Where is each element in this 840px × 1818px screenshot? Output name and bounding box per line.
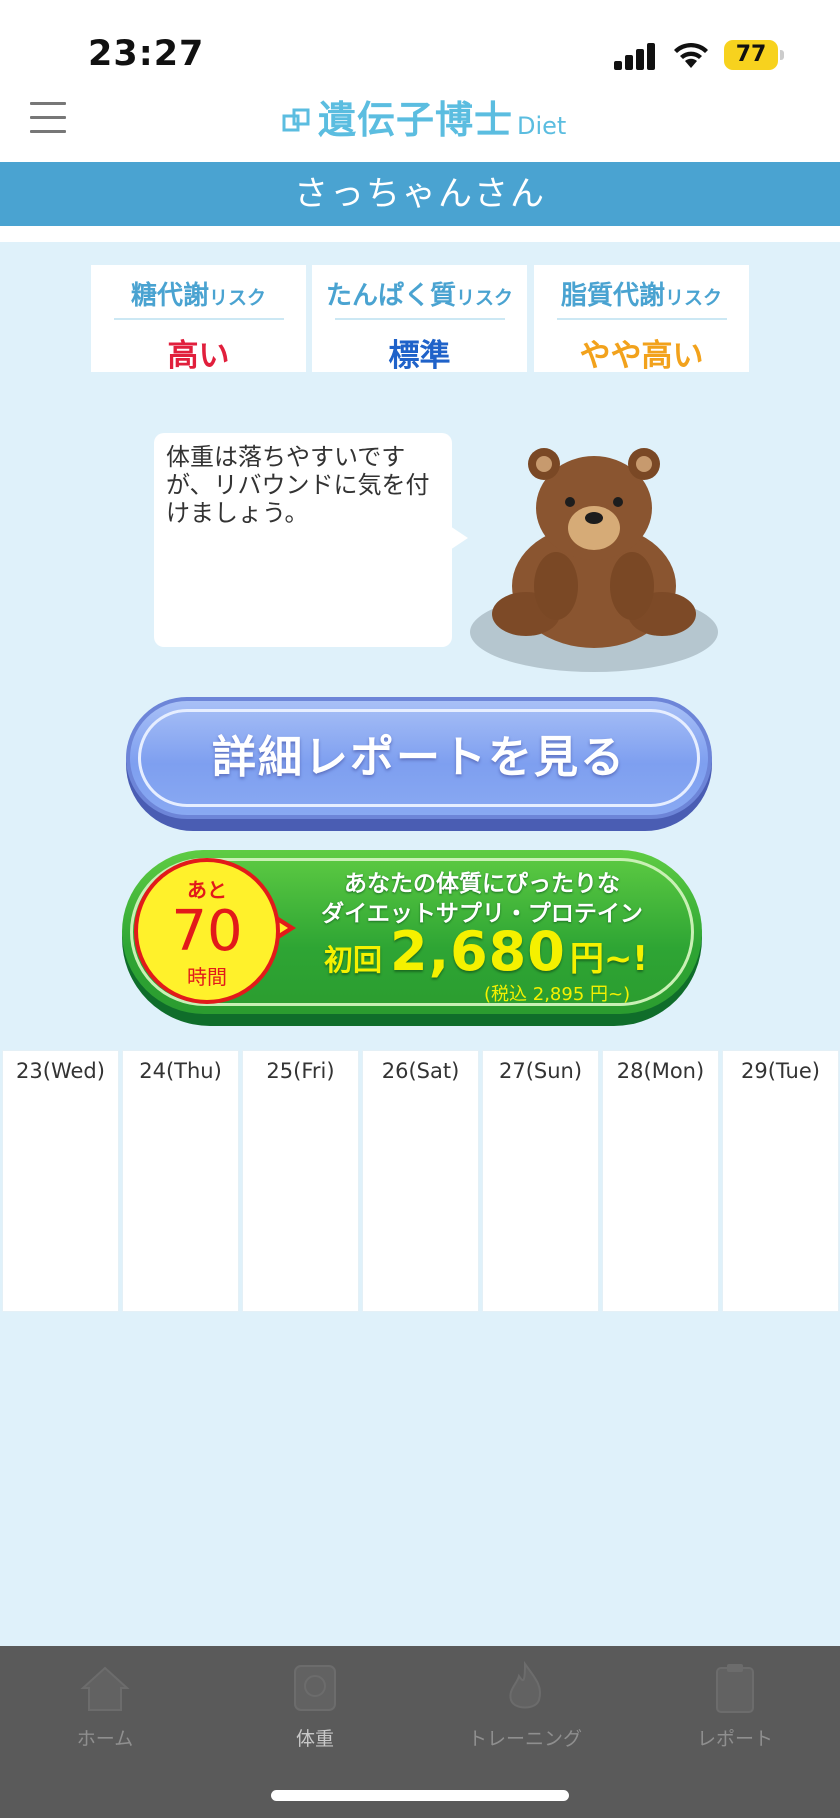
wifi-icon <box>674 42 708 68</box>
promo-first-label: 初回 <box>324 943 383 977</box>
calendar-day-label: 28(Mon) <box>616 1059 705 1083</box>
scale-icon <box>294 1665 336 1711</box>
clipboard-icon <box>716 1664 754 1713</box>
promo-price-suffix: 円~! <box>569 939 648 979</box>
home-icon <box>80 1666 130 1711</box>
calendar-day-column[interactable]: 23(Wed) <box>2 1050 119 1312</box>
countdown-value: 70 <box>171 899 243 964</box>
promo-price: 2,680 <box>390 920 566 983</box>
logo-main-text: 遺伝子博士 <box>318 98 514 142</box>
calendar-day-column[interactable]: 25(Fri) <box>242 1050 359 1312</box>
risk-value: 標準 <box>388 338 451 374</box>
divider <box>556 318 727 320</box>
risk-card-lipid: 脂質代謝リスク やや高い <box>534 265 749 374</box>
calendar-day-label: 27(Sun) <box>498 1059 583 1083</box>
calendar-day-label: 24(Thu) <box>139 1059 222 1083</box>
calendar-day-label: 26(Sat) <box>381 1059 460 1083</box>
hamburger-menu-icon[interactable] <box>30 102 66 136</box>
promo-tax-note: (税込 2,895 円~) <box>484 984 631 1005</box>
report-button-label: 詳細レポートを見る <box>212 732 626 783</box>
logo-sub-text: Diet <box>517 112 567 140</box>
status-time: 23:27 <box>88 34 205 74</box>
app-header: 遺伝子博士 Diet <box>0 84 840 162</box>
calendar-day-label: 25(Fri) <box>266 1059 335 1083</box>
calendar-day-column[interactable]: 29(Tue) <box>722 1050 839 1312</box>
countdown-unit: 時間 <box>187 965 227 989</box>
risk-card-protein: たんぱく質リスク 標準 <box>312 265 527 374</box>
supplement-promo-banner[interactable]: あなたの体質にぴったりな ダイエットサプリ・プロテイン 初回 2,680 円~!… <box>122 850 702 1026</box>
user-name-bar: さっちゃんさん <box>0 162 840 226</box>
speech-bubble-tail <box>450 526 468 550</box>
tab-label: ホーム <box>76 1728 134 1750</box>
divider <box>113 318 284 320</box>
risk-value: 高い <box>167 338 230 374</box>
battery-icon: 77 <box>724 40 784 70</box>
tab-training[interactable]: トレーニング <box>420 1658 630 1758</box>
risk-value: やや高い <box>579 338 704 374</box>
cellular-signal-icon <box>614 42 656 70</box>
calendar-day-column[interactable]: 28(Mon) <box>602 1050 719 1312</box>
tab-report[interactable]: レポート <box>630 1658 840 1758</box>
tab-label: 体重 <box>295 1728 334 1750</box>
risk-card-sugar: 糖代謝リスク 高い <box>91 265 306 374</box>
bear-mascot-icon <box>470 448 718 672</box>
calendar-day-column[interactable]: 24(Thu) <box>122 1050 239 1312</box>
calendar-day-label: 29(Tue) <box>741 1059 820 1083</box>
risk-title: 脂質代謝リスク <box>560 281 723 311</box>
promo-headline: あなたの体質にぴったりな <box>344 871 620 897</box>
tab-home[interactable]: ホーム <box>0 1658 210 1758</box>
tab-label: レポート <box>696 1728 773 1750</box>
risk-title: たんぱく質リスク <box>325 281 514 311</box>
tab-weight[interactable]: 体重 <box>210 1658 420 1758</box>
home-indicator[interactable] <box>271 1790 569 1801</box>
tab-label: トレーニング <box>467 1728 582 1750</box>
divider <box>334 318 505 320</box>
calendar-day-label: 23(Wed) <box>16 1059 105 1083</box>
countdown-badge: あと 70 時間 <box>134 858 280 1004</box>
calendar-day-column[interactable]: 27(Sun) <box>482 1050 599 1312</box>
battery-level: 77 <box>735 42 767 67</box>
logo-mark-icon <box>282 108 310 132</box>
flame-icon <box>509 1660 541 1709</box>
app-logo: 遺伝子博士 Diet <box>282 94 566 144</box>
risk-title: 糖代謝リスク <box>130 281 267 311</box>
promo-price-row: 初回 2,680 円~! <box>324 920 648 983</box>
view-detail-report-button[interactable]: 詳細レポートを見る <box>126 697 712 831</box>
weekly-calendar: 23(Wed) 24(Thu) 25(Fri) 26(Sat) 27(Sun) … <box>2 1050 840 1312</box>
calendar-day-column[interactable]: 26(Sat) <box>362 1050 479 1312</box>
advice-speech-bubble: 体重は落ちやすいですが、リバウンドに気を付けましょう。 <box>154 433 452 647</box>
